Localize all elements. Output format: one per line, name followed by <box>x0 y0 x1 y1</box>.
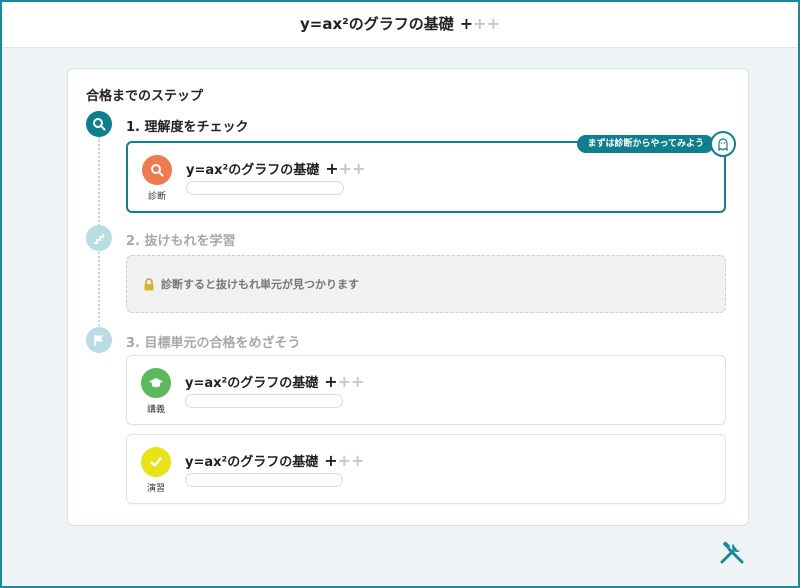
step-1-search-icon <box>86 111 112 137</box>
diagnosis-item[interactable]: 診断 y=ax²のグラフの基礎 +++ まずは診断からやってみよう <box>126 131 736 213</box>
item-type-label: 演習 <box>146 484 165 494</box>
tools-icon[interactable] <box>718 540 746 570</box>
graduation-cap-icon <box>141 368 171 398</box>
ghost-mascot-icon <box>710 131 736 157</box>
item-type-label: 講義 <box>146 405 165 415</box>
item-type-label: 診断 <box>147 192 166 202</box>
level-plus-empty: ++ <box>473 14 500 33</box>
step-1-label: 1. 理解度をチェック <box>126 120 249 135</box>
check-icon <box>141 447 171 477</box>
locked-message: 診断すると抜けもれ単元が見つかります <box>161 278 359 291</box>
section-title: 合格までのステップ <box>86 89 204 104</box>
lock-icon <box>143 277 155 291</box>
step-2-label: 2. 抜けもれを学習 <box>126 234 236 249</box>
page-title: y=ax²のグラフの基礎 <box>300 15 454 33</box>
progress-bar <box>185 473 343 487</box>
app-header: y=ax²のグラフの基礎 + ++ <box>0 0 800 48</box>
lecture-item[interactable]: 講義 y=ax²のグラフの基礎 +++ <box>126 355 726 425</box>
hint-callout: まずは診断からやってみよう <box>577 131 736 157</box>
item-title: y=ax²のグラフの基礎 +++ <box>185 372 365 391</box>
exercise-item[interactable]: 演習 y=ax²のグラフの基礎 +++ <box>126 434 726 504</box>
step-2-stairs-icon <box>86 225 112 251</box>
step-3-label: 3. 目標単元の合格をめざそう <box>126 336 301 351</box>
hint-callout-text: まずは診断からやってみよう <box>577 135 714 153</box>
progress-bar <box>186 181 344 195</box>
steps-card: 合格までのステップ 1. 理解度をチェック 診断 y=ax²のグラフの基礎 +++… <box>67 68 749 526</box>
locked-step-box: 診断すると抜けもれ単元が見つかります <box>126 255 726 313</box>
step-3-flag-icon <box>86 327 112 353</box>
search-icon <box>142 155 172 185</box>
item-title: y=ax²のグラフの基礎 +++ <box>186 159 366 178</box>
level-plus-filled: + <box>459 14 474 33</box>
progress-bar <box>185 394 343 408</box>
item-title: y=ax²のグラフの基礎 +++ <box>185 451 365 470</box>
